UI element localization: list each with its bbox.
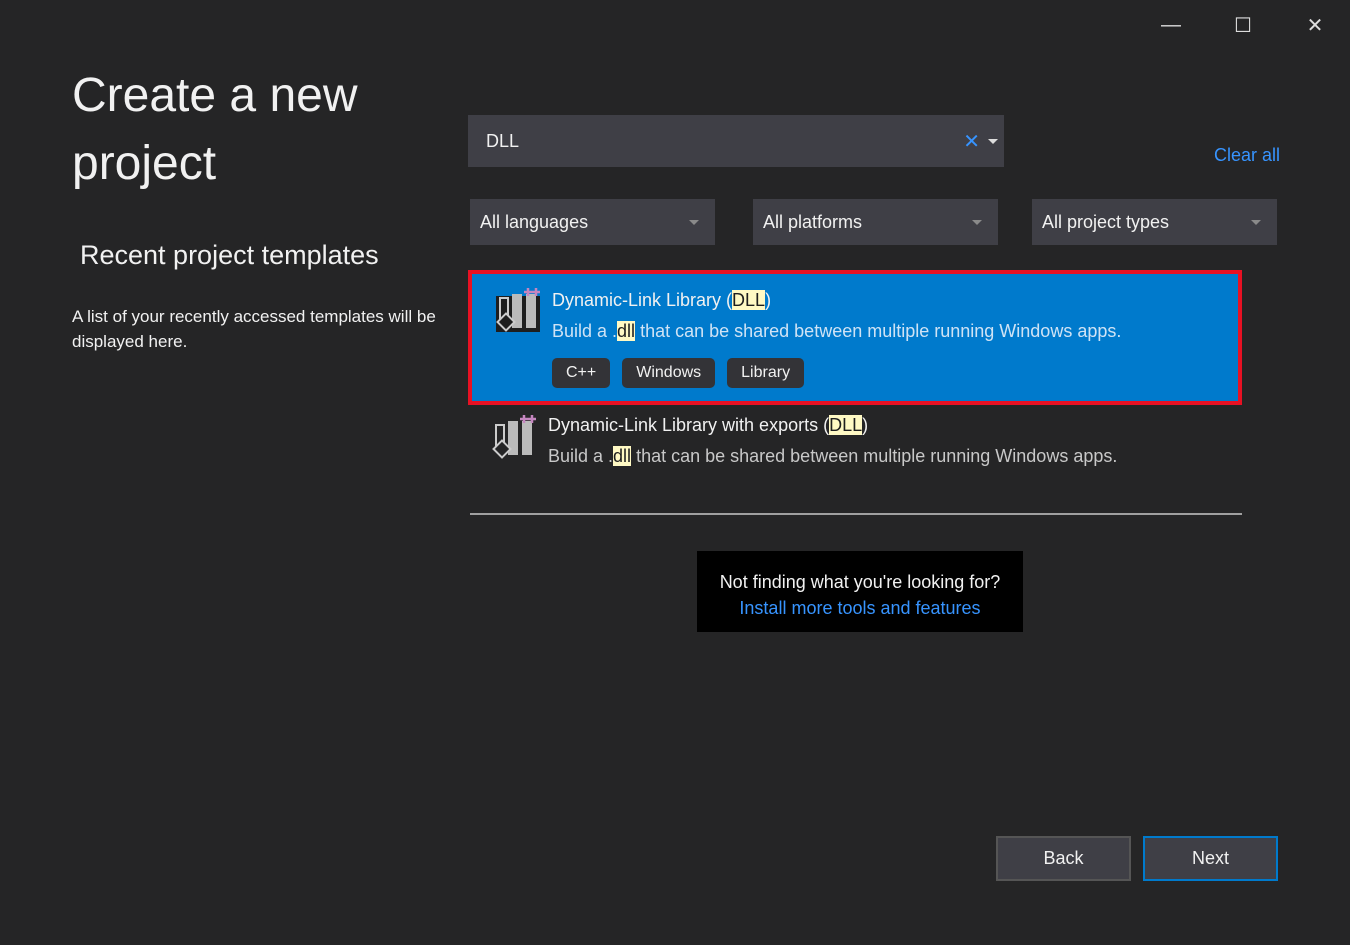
chevron-down-icon bbox=[1251, 219, 1261, 225]
tag-cpp: C++ bbox=[552, 358, 611, 388]
tag-windows: Windows bbox=[622, 358, 716, 388]
not-finding-panel: Not finding what you're looking for? Ins… bbox=[697, 551, 1023, 632]
next-button[interactable]: Next bbox=[1143, 836, 1278, 881]
template-description: Build a .dll that can be shared between … bbox=[552, 321, 1122, 341]
back-button[interactable]: Back bbox=[996, 836, 1131, 881]
project-type-filter-value: All project types bbox=[1042, 211, 1170, 232]
language-filter-dropdown[interactable]: All languages bbox=[470, 199, 715, 245]
divider bbox=[470, 513, 1242, 515]
close-button[interactable]: ✕ bbox=[1297, 8, 1333, 42]
template-item-dll[interactable]: Dynamic-Link Library (DLL) Build a .dll … bbox=[468, 270, 1242, 405]
recent-templates-heading: Recent project templates bbox=[80, 240, 379, 270]
template-name: Dynamic-Link Library with exports (DLL) bbox=[548, 415, 869, 435]
page-title: Create a new project bbox=[72, 69, 358, 190]
search-history-dropdown-icon[interactable] bbox=[988, 138, 998, 144]
clear-search-icon[interactable]: ✕ bbox=[963, 129, 980, 154]
search-input[interactable] bbox=[468, 129, 964, 153]
recent-templates-description: A list of your recently accessed templat… bbox=[72, 307, 436, 351]
platform-filter-dropdown[interactable]: All platforms bbox=[753, 199, 998, 245]
template-item-dll-with-exports[interactable]: Dynamic-Link Library with exports (DLL) … bbox=[468, 405, 1242, 485]
template-name: Dynamic-Link Library (DLL) bbox=[552, 290, 772, 310]
tag-library: Library bbox=[727, 358, 805, 388]
platform-filter-value: All platforms bbox=[763, 211, 863, 232]
language-filter-value: All languages bbox=[480, 211, 589, 232]
dll-library-icon bbox=[492, 415, 536, 459]
chevron-down-icon bbox=[689, 219, 699, 225]
template-search-box[interactable]: ✕ bbox=[468, 115, 1004, 167]
template-description: Build a .dll that can be shared between … bbox=[548, 446, 1118, 466]
chevron-down-icon bbox=[972, 219, 982, 225]
maximize-button[interactable]: ☐ bbox=[1225, 8, 1261, 42]
minimize-button[interactable]: — bbox=[1153, 8, 1189, 42]
dll-library-icon bbox=[496, 288, 540, 332]
project-type-filter-dropdown[interactable]: All project types bbox=[1032, 199, 1277, 245]
not-finding-text: Not finding what you're looking for? bbox=[719, 572, 1001, 592]
install-more-tools-link[interactable]: Install more tools and features bbox=[739, 598, 980, 618]
clear-all-link[interactable]: Clear all bbox=[1214, 145, 1280, 166]
